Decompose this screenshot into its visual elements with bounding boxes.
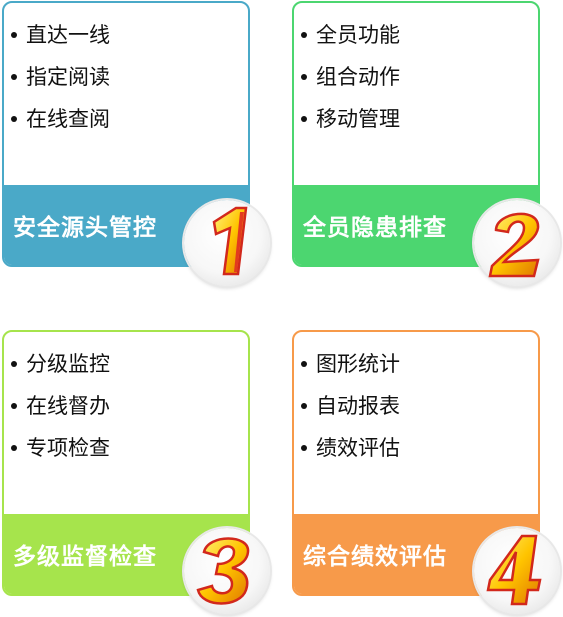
card-title: 全员隐患排查 (303, 215, 447, 241)
list-item: 分级监控 (10, 343, 248, 385)
list-item: 在线督办 (10, 385, 248, 427)
list-item: 在线查阅 (10, 98, 248, 140)
list-item: 全员功能 (300, 14, 538, 56)
list-item: 绩效评估 (300, 427, 538, 469)
list-item: 指定阅读 (10, 56, 248, 98)
number-four-icon (486, 534, 542, 606)
number-badge-4 (474, 528, 560, 614)
feature-list: 图形统计 自动报表 绩效评估 (294, 332, 538, 469)
feature-list: 直达一线 指定阅读 在线查阅 (4, 3, 248, 140)
number-one-icon (212, 206, 248, 276)
number-badge-1 (184, 200, 270, 286)
card-title: 安全源头管控 (13, 215, 157, 241)
number-three-icon (196, 537, 250, 605)
list-item: 自动报表 (300, 385, 538, 427)
feature-list: 全员功能 组合动作 移动管理 (294, 3, 538, 140)
feature-list: 分级监控 在线督办 专项检查 (4, 332, 248, 469)
list-item: 直达一线 (10, 14, 248, 56)
list-item: 图形统计 (300, 343, 538, 385)
list-item: 组合动作 (300, 56, 538, 98)
list-item: 移动管理 (300, 98, 538, 140)
card-title: 多级监督检查 (13, 544, 157, 570)
card-title: 综合绩效评估 (303, 544, 447, 570)
number-badge-2 (474, 200, 560, 286)
list-item: 专项检查 (10, 427, 248, 469)
number-badge-3 (184, 528, 270, 614)
number-two-icon (488, 212, 540, 278)
